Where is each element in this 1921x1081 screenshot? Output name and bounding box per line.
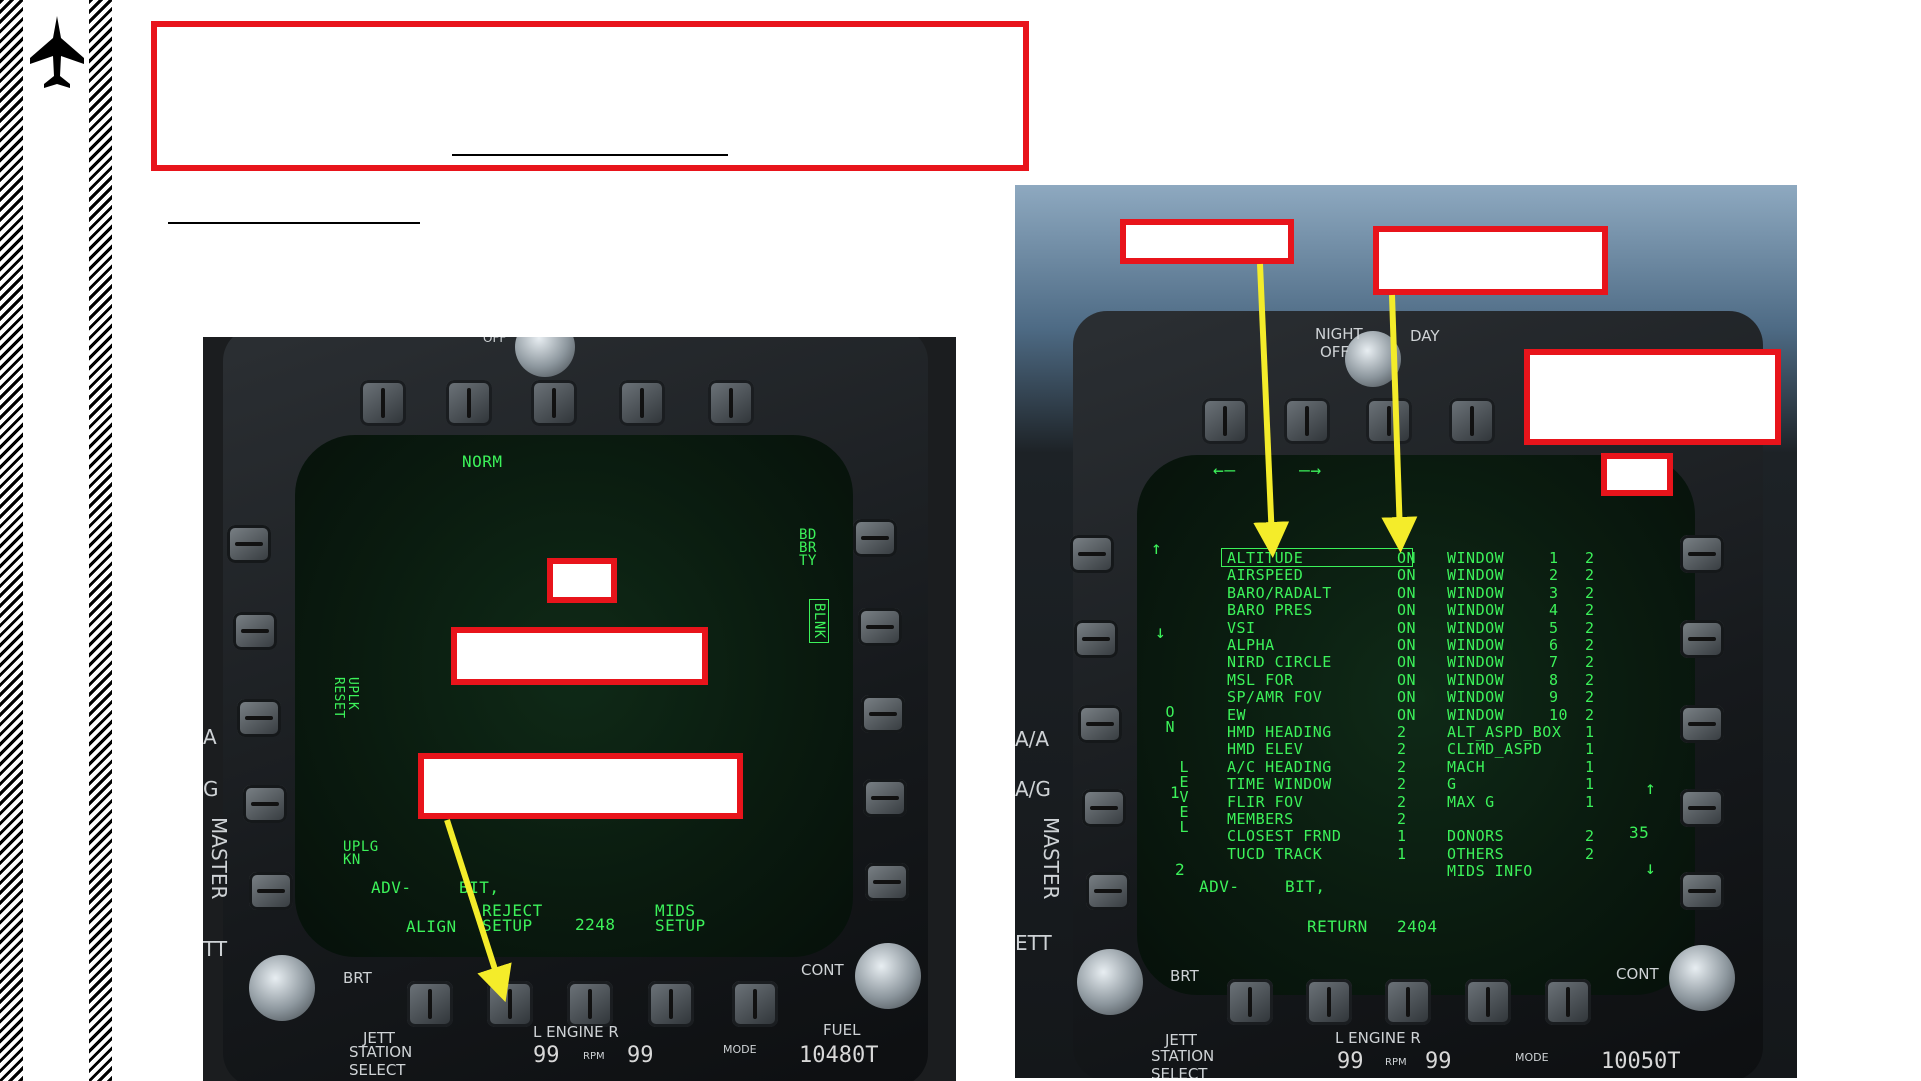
right-yellow-arrow-1 — [1253, 263, 1290, 558]
right-yellow-arrow-2 — [1381, 294, 1418, 553]
arrow-overlay — [444, 263, 1418, 1003]
left-yellow-arrow — [444, 819, 512, 1003]
